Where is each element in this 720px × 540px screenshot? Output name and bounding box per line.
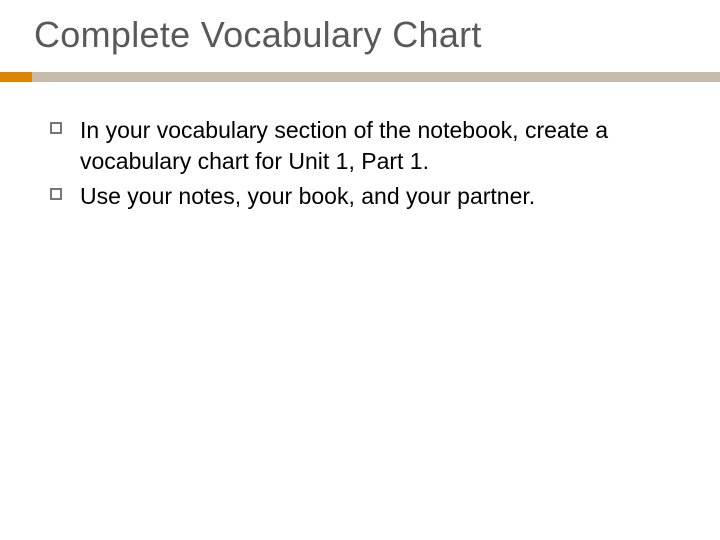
divider-line	[32, 72, 720, 82]
accent-block	[0, 72, 32, 82]
body-content: In your vocabulary section of the notebo…	[50, 115, 670, 216]
list-item: Use your notes, your book, and your part…	[50, 181, 670, 212]
title-divider	[0, 72, 720, 82]
slide: Complete Vocabulary Chart In your vocabu…	[0, 0, 720, 540]
list-item: In your vocabulary section of the notebo…	[50, 115, 670, 177]
square-bullet-icon	[50, 188, 62, 200]
square-bullet-icon	[50, 122, 62, 134]
list-item-text: Use your notes, your book, and your part…	[80, 181, 535, 212]
slide-title: Complete Vocabulary Chart	[34, 14, 482, 56]
list-item-text: In your vocabulary section of the notebo…	[80, 115, 670, 177]
